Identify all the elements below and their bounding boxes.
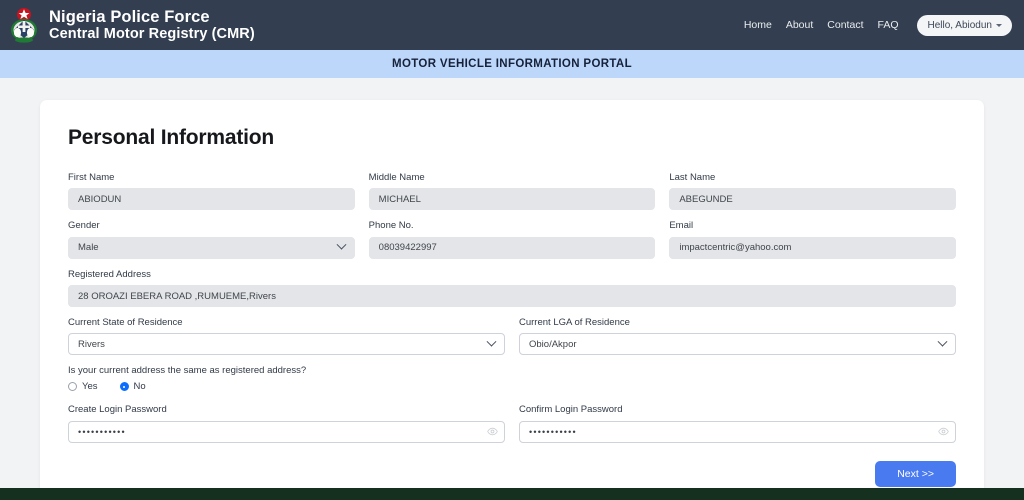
personal-information-card: Personal Information First Name ABIODUN …	[40, 100, 984, 500]
chevron-down-icon	[937, 336, 948, 347]
nav-item-contact[interactable]: Contact	[827, 19, 863, 31]
form-row-residence: Current State of Residence Rivers Curren…	[68, 317, 956, 356]
gender-selected-value: Male	[78, 242, 99, 254]
state-of-residence-selected-value: Rivers	[78, 338, 105, 350]
nav-item-about[interactable]: About	[786, 19, 813, 31]
next-button[interactable]: Next >>	[875, 460, 956, 487]
nav-item-faq[interactable]: FAQ	[877, 19, 898, 31]
last-name-input[interactable]: ABEGUNDE	[669, 188, 957, 211]
nigeria-police-coat-of-arms-icon	[8, 7, 40, 43]
gender-label: Gender	[68, 220, 100, 232]
lga-of-residence-label: Current LGA of Residence	[519, 317, 630, 329]
create-password-input[interactable]: •••••••••••	[68, 420, 505, 443]
confirm-password-input[interactable]: •••••••••••	[519, 420, 956, 443]
confirm-password-value: •••••••••••	[529, 426, 577, 437]
first-name-label: First Name	[68, 172, 115, 183]
footer-strip	[0, 488, 1024, 500]
user-menu-label: Hello, Abiodun	[927, 19, 993, 31]
main-navigation: Home About Contact FAQ Hello, Abiodun	[744, 14, 1012, 36]
field-last-name: Last Name ABEGUNDE	[669, 172, 957, 211]
brand-title-primary: Nigeria Police Force	[49, 7, 210, 26]
field-first-name: First Name ABIODUN	[68, 172, 355, 211]
field-create-password: Create Login Password •••••••••••	[68, 404, 505, 443]
radio-unchecked-icon[interactable]	[68, 382, 77, 392]
field-phone: Phone No. 08039422997	[368, 220, 656, 259]
portal-banner-title: MOTOR VEHICLE INFORMATION PORTAL	[392, 58, 632, 70]
chevron-down-icon	[336, 239, 347, 250]
confirm-password-label: Confirm Login Password	[519, 404, 623, 416]
form-row-names: First Name ABIODUN Middle Name MICHAEL L…	[68, 172, 957, 211]
field-middle-name: Middle Name MICHAEL	[368, 172, 656, 211]
same-address-radio-group: Is your current address the same as regi…	[68, 365, 956, 392]
field-state-of-residence: Current State of Residence Rivers	[68, 317, 505, 356]
form-row-passwords: Create Login Password ••••••••••• Confir…	[68, 404, 956, 443]
same-address-option-yes[interactable]: Yes	[68, 381, 98, 392]
middle-name-input[interactable]: MICHAEL	[368, 188, 656, 211]
registered-address-label: Registered Address	[68, 268, 151, 280]
lga-of-residence-select[interactable]: Obio/Akpor	[519, 333, 956, 356]
form-row-contact: Gender Male Phone No. 08039422997 Email …	[68, 220, 957, 259]
registered-address-input[interactable]: 28 OROAZI EBERA ROAD ,RUMUEME,Rivers	[68, 285, 956, 308]
same-address-option-no[interactable]: No	[119, 381, 146, 393]
site-header: Nigeria Police Force Central Motor Regis…	[0, 0, 1024, 50]
state-of-residence-label: Current State of Residence	[68, 317, 183, 329]
same-address-option-no-label: No	[133, 381, 146, 393]
field-registered-address: Registered Address 28 OROAZI EBERA ROAD …	[68, 268, 956, 308]
middle-name-label: Middle Name	[368, 172, 425, 183]
email-label: Email	[669, 220, 694, 232]
same-address-options: Yes No	[68, 381, 956, 392]
eye-toggle-icon[interactable]	[938, 426, 949, 437]
chevron-down-icon	[486, 336, 497, 347]
portal-banner: MOTOR VEHICLE INFORMATION PORTAL	[0, 50, 1024, 78]
first-name-input[interactable]: ABIODUN	[68, 188, 355, 211]
last-name-label: Last Name	[669, 172, 716, 183]
create-password-label: Create Login Password	[68, 404, 167, 416]
brand: Nigeria Police Force Central Motor Regis…	[8, 7, 255, 43]
chevron-down-icon	[996, 23, 1002, 27]
eye-toggle-icon[interactable]	[487, 426, 498, 437]
email-input[interactable]: impactcentric@yahoo.com	[669, 236, 957, 259]
same-address-option-yes-label: Yes	[82, 381, 98, 393]
brand-title-secondary: Central Motor Registry (CMR)	[49, 26, 255, 43]
nav-item-home[interactable]: Home	[744, 19, 772, 31]
brand-text: Nigeria Police Force Central Motor Regis…	[49, 8, 255, 43]
user-menu-button[interactable]: Hello, Abiodun	[916, 14, 1012, 36]
gender-select[interactable]: Male	[68, 236, 355, 259]
field-email: Email impactcentric@yahoo.com	[669, 220, 957, 259]
form-actions: Next >>	[68, 460, 956, 487]
field-confirm-password: Confirm Login Password •••••••••••	[519, 404, 956, 443]
page-body: Personal Information First Name ABIODUN …	[0, 78, 1024, 500]
phone-label: Phone No.	[368, 220, 414, 232]
lga-of-residence-selected-value: Obio/Akpor	[529, 338, 577, 350]
radio-checked-icon[interactable]	[119, 382, 129, 392]
same-address-question: Is your current address the same as regi…	[68, 365, 307, 377]
phone-input[interactable]: 08039422997	[368, 236, 656, 259]
field-lga-of-residence: Current LGA of Residence Obio/Akpor	[519, 317, 956, 356]
field-gender: Gender Male	[68, 220, 355, 259]
create-password-value: •••••••••••	[78, 426, 126, 437]
page-title: Personal Information	[68, 126, 275, 149]
form-row-address: Registered Address 28 OROAZI EBERA ROAD …	[68, 268, 956, 308]
state-of-residence-select[interactable]: Rivers	[68, 333, 505, 356]
